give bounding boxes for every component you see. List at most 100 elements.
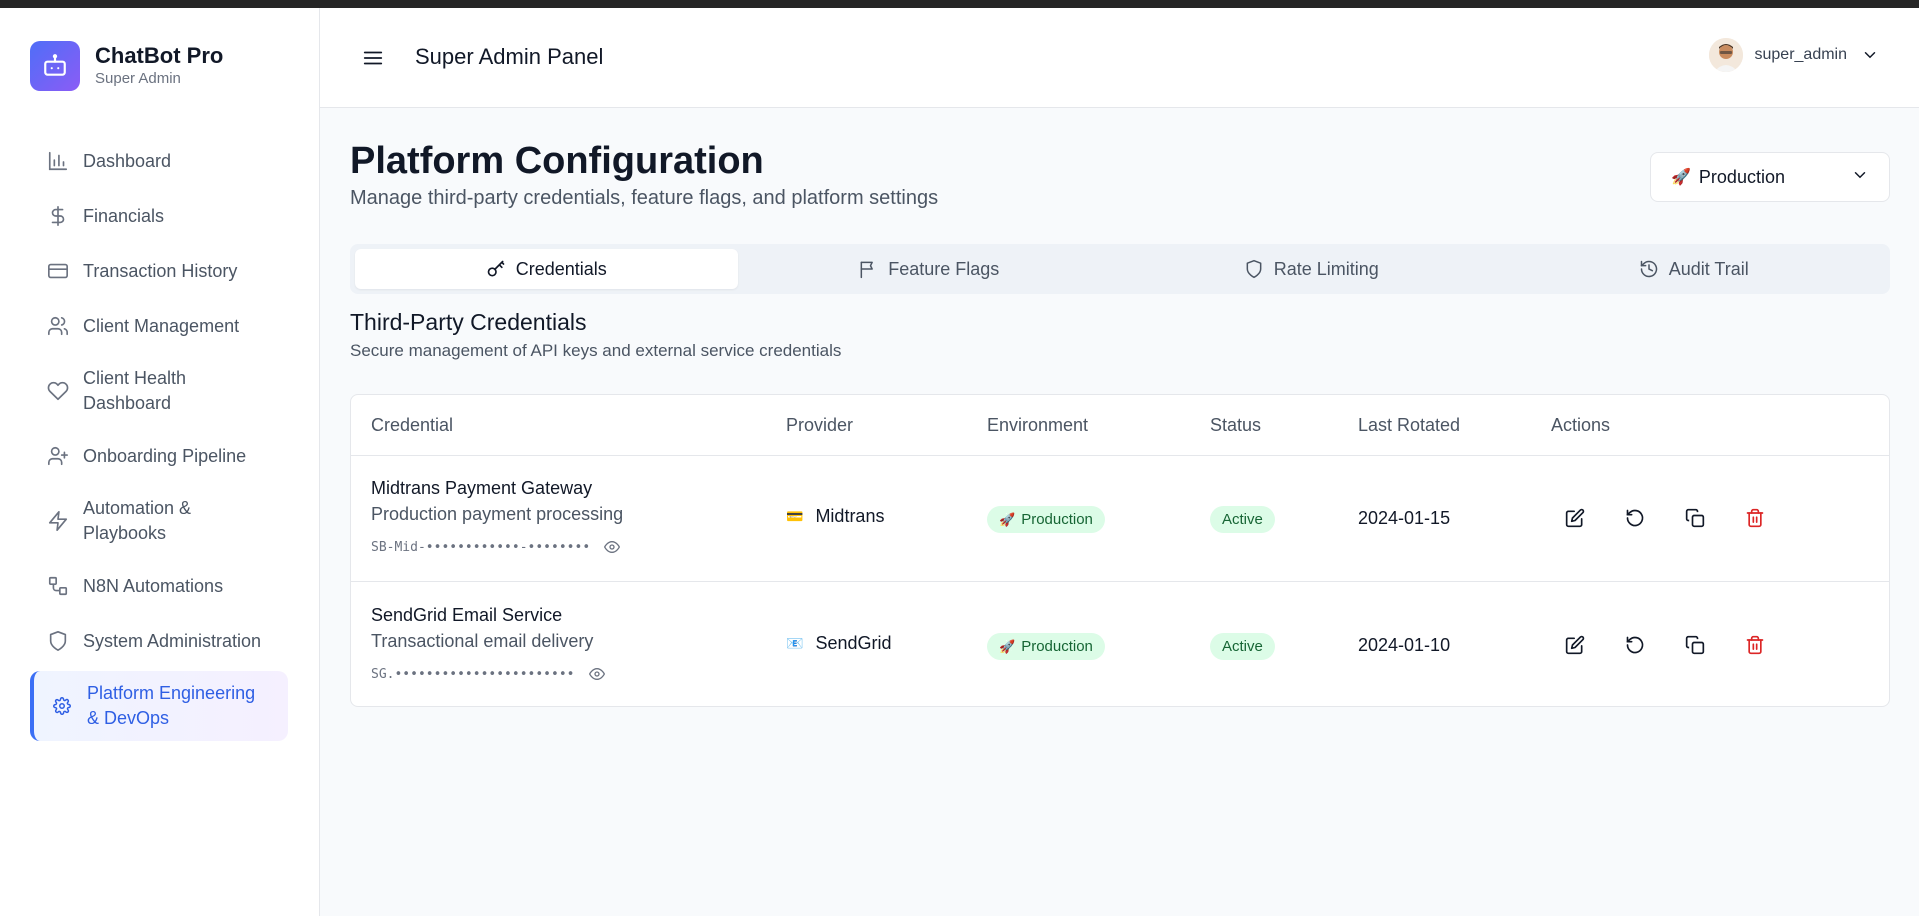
- tab-audit-trail[interactable]: Audit Trail: [1503, 249, 1886, 289]
- row-actions: [1561, 631, 1801, 659]
- credit-card-icon: 💳: [786, 508, 804, 524]
- trash-icon[interactable]: [1741, 631, 1769, 659]
- rocket-icon: 🚀: [999, 638, 1016, 654]
- provider: 📧 SendGrid: [786, 633, 891, 654]
- edit-icon[interactable]: [1561, 631, 1589, 659]
- section-subtitle: Secure management of API keys and extern…: [350, 341, 842, 360]
- environment-select-value: Production: [1698, 166, 1785, 187]
- chevron-down-icon: [1851, 166, 1869, 189]
- shield-icon: [1244, 259, 1264, 279]
- user-menu[interactable]: super_admin: [1708, 38, 1880, 72]
- email-icon: 📧: [786, 635, 804, 651]
- environment-badge: 🚀 Production: [987, 633, 1105, 660]
- edit-icon[interactable]: [1561, 504, 1589, 532]
- column-header-environment: Environment: [987, 415, 1089, 435]
- rocket-icon: 🚀: [999, 511, 1016, 527]
- sidebar-item-label: Transaction History: [83, 260, 238, 281]
- tab-feature-flags[interactable]: Feature Flags: [738, 249, 1121, 289]
- sidebar-item-automation-playbooks[interactable]: Automation & Playbooks: [30, 486, 288, 556]
- status-badge: Active: [1210, 506, 1275, 533]
- bot-logo-icon: [30, 41, 80, 91]
- sidebar-item-financials[interactable]: Financials: [30, 191, 288, 241]
- config-tabs: Credentials Feature Flags Rate Limiting …: [350, 244, 1890, 294]
- masked-key-value: SG.•••••••••••••••••••••••: [371, 666, 575, 682]
- column-header-provider: Provider: [786, 415, 854, 435]
- sidebar: ChatBot Pro Super Admin Dashboard Financ…: [0, 8, 320, 916]
- environment-badge: 🚀 Production: [987, 506, 1105, 533]
- eye-icon[interactable]: [604, 539, 621, 555]
- sidebar-item-label: Dashboard: [83, 150, 172, 171]
- column-header-last-rotated: Last Rotated: [1358, 415, 1461, 435]
- masked-key: SB-Mid-••••••••••••-••••••••: [371, 539, 621, 555]
- provider: 💳 Midtrans: [786, 506, 884, 527]
- user-plus-icon: [45, 443, 71, 469]
- sidebar-item-label: N8N Automations: [83, 575, 224, 596]
- rotate-icon[interactable]: [1621, 504, 1649, 532]
- sidebar-item-client-health-dashboard[interactable]: Client Health Dashboard: [30, 356, 288, 426]
- brand[interactable]: ChatBot Pro Super Admin: [30, 41, 223, 91]
- credential-name: Midtrans Payment Gateway: [371, 478, 593, 498]
- gear-icon: [49, 693, 75, 719]
- sidebar-item-label: Client Health Dashboard: [83, 368, 187, 413]
- trash-icon[interactable]: [1741, 504, 1769, 532]
- brand-subtitle: Super Admin: [95, 70, 181, 87]
- copy-icon[interactable]: [1681, 504, 1709, 532]
- tab-label: Feature Flags: [888, 258, 1000, 279]
- users-icon: [45, 313, 71, 339]
- sidebar-item-label: Onboarding Pipeline: [83, 445, 247, 466]
- tab-label: Rate Limiting: [1273, 258, 1379, 279]
- heart-icon: [45, 378, 71, 404]
- credentials-table: Credential Provider Environment Status L…: [350, 394, 1890, 707]
- environment-badge-label: Production: [1021, 511, 1093, 528]
- tab-credentials[interactable]: Credentials: [355, 249, 738, 289]
- page-subtitle: Manage third-party credentials, feature …: [350, 187, 939, 209]
- sidebar-item-platform-engineering[interactable]: Platform Engineering & DevOps: [30, 671, 288, 741]
- sidebar-item-transaction-history[interactable]: Transaction History: [30, 246, 288, 296]
- sidebar-item-label: Client Management: [83, 315, 240, 336]
- column-header-status: Status: [1210, 415, 1262, 435]
- column-header-actions: Actions: [1551, 415, 1611, 435]
- table-header: Credential Provider Environment Status L…: [351, 395, 1889, 456]
- masked-key-value: SB-Mid-••••••••••••-••••••••: [371, 539, 591, 555]
- window-top-bar: [0, 0, 1919, 8]
- provider-name: SendGrid: [815, 633, 892, 653]
- column-header-credential: Credential: [371, 415, 454, 435]
- sidebar-item-label: System Administration: [83, 630, 262, 651]
- tab-rate-limiting[interactable]: Rate Limiting: [1120, 249, 1503, 289]
- zap-icon: [45, 508, 71, 534]
- workflow-icon: [45, 573, 71, 599]
- credential-description: Transactional email delivery: [371, 631, 594, 651]
- sidebar-item-system-administration[interactable]: System Administration: [30, 616, 288, 666]
- sidebar-item-n8n-automations[interactable]: N8N Automations: [30, 561, 288, 611]
- key-icon: [486, 259, 506, 279]
- username: super_admin: [1754, 46, 1848, 63]
- history-icon: [1639, 259, 1659, 279]
- provider-name: Midtrans: [815, 506, 885, 526]
- dollar-icon: [45, 203, 71, 229]
- shield-icon: [45, 628, 71, 654]
- last-rotated: 2024-01-10: [1358, 635, 1451, 655]
- rotate-icon[interactable]: [1621, 631, 1649, 659]
- copy-icon[interactable]: [1681, 631, 1709, 659]
- avatar: [1708, 38, 1743, 72]
- sidebar-item-client-management[interactable]: Client Management: [30, 301, 288, 351]
- tab-label: Credentials: [515, 258, 607, 279]
- credential-description: Production payment processing: [371, 504, 624, 524]
- status-badge: Active: [1210, 633, 1275, 660]
- environment-select[interactable]: 🚀 Production: [1650, 152, 1890, 202]
- sidebar-item-dashboard[interactable]: Dashboard: [30, 136, 288, 186]
- row-actions: [1561, 504, 1801, 532]
- sidebar-item-label: Automation & Playbooks: [83, 498, 192, 543]
- tab-label: Audit Trail: [1668, 258, 1749, 279]
- credential-name: SendGrid Email Service: [371, 605, 563, 625]
- flag-icon: [858, 259, 878, 279]
- top-header: Super Admin Panel super_admin: [320, 8, 1919, 108]
- table-row: SendGrid Email Service Transactional ema…: [351, 583, 1889, 709]
- masked-key: SG.•••••••••••••••••••••••: [371, 666, 605, 682]
- sidebar-item-onboarding-pipeline[interactable]: Onboarding Pipeline: [30, 431, 288, 481]
- eye-icon[interactable]: [588, 666, 605, 682]
- brand-name: ChatBot Pro: [95, 43, 224, 68]
- header-title: Super Admin Panel: [415, 44, 604, 69]
- chevron-down-icon: [1861, 46, 1879, 64]
- hamburger-menu-icon[interactable]: [360, 45, 386, 71]
